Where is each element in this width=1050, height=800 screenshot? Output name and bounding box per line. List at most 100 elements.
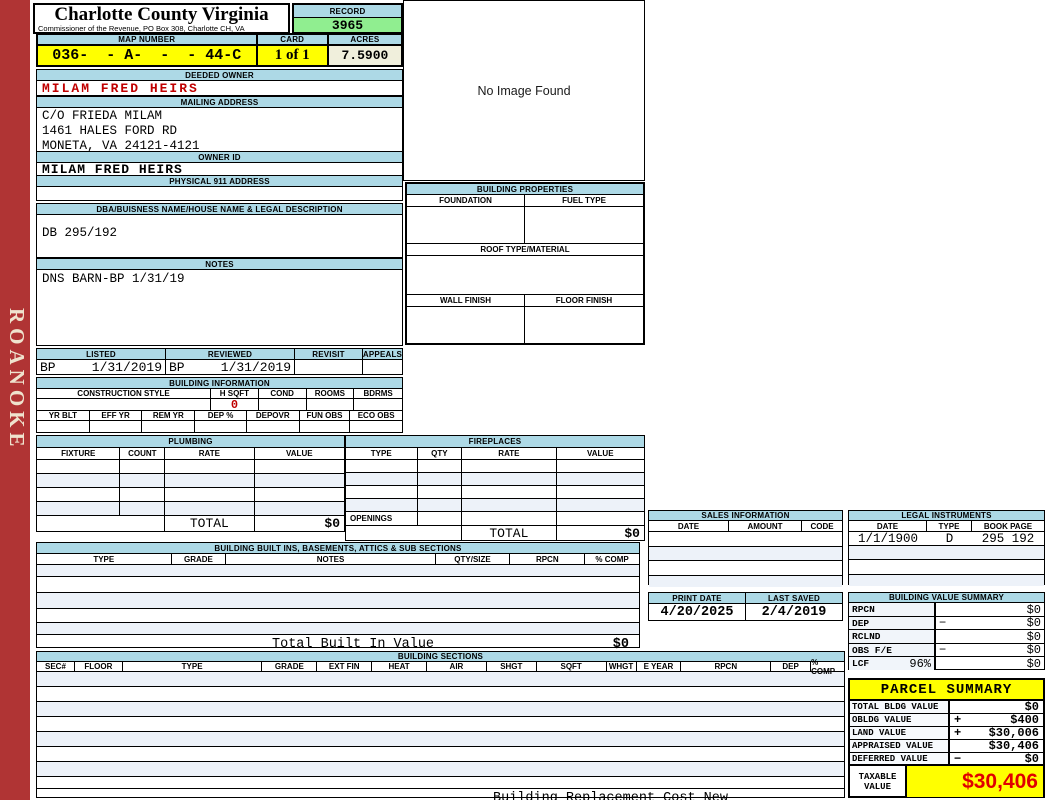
built-ins-row[interactable] <box>37 593 639 609</box>
fireplaces-row[interactable] <box>346 473 644 486</box>
appeals-label: APPEALS <box>362 349 403 359</box>
legal-row[interactable] <box>849 575 1044 586</box>
map-number-value[interactable]: 036- - A- - - 44-C <box>38 46 258 65</box>
mailing-line-2[interactable]: 1461 HALES FORD RD <box>42 124 402 139</box>
card-value[interactable]: 1 of 1 <box>257 46 329 65</box>
built-ins-col-rpcn: RPCN <box>510 554 586 564</box>
bvs-label: LCF <box>852 658 870 669</box>
building-sections-row[interactable] <box>37 717 844 732</box>
legal-row[interactable] <box>849 560 1044 575</box>
ecoobs-value[interactable] <box>350 421 402 432</box>
plumbing-col-count: COUNT <box>120 448 166 459</box>
map-number-label: MAP NUMBER <box>38 35 258 44</box>
yrblt-value[interactable] <box>37 421 90 432</box>
plumbing-total-label: TOTAL <box>165 516 255 531</box>
sections-col-dep: DEP <box>771 662 812 671</box>
built-ins-row[interactable] <box>37 609 639 623</box>
rooms-value[interactable] <box>307 399 355 410</box>
dba-value[interactable]: DB 295/192 <box>37 215 402 240</box>
listed-value[interactable]: BP 1/31/2019 <box>37 359 166 375</box>
sections-col-grade: GRADE <box>262 662 318 671</box>
sales-row[interactable] <box>649 576 842 587</box>
revisit-value[interactable] <box>295 360 363 374</box>
bvs-label: RPCN <box>852 604 875 615</box>
fireplaces-row[interactable] <box>346 486 644 499</box>
no-image-text: No Image Found <box>477 83 571 98</box>
openings-label: OPENINGS <box>346 512 418 525</box>
sales-information-table: SALES INFORMATION DATE AMOUNT CODE <box>648 510 843 587</box>
built-ins-table: BUILDING BUILT INS, BASEMENTS, ATTICS & … <box>36 542 640 652</box>
built-ins-row[interactable] <box>37 623 639 635</box>
legal-row[interactable] <box>849 546 1044 560</box>
appeals-value[interactable] <box>363 360 402 374</box>
fireplaces-col-value: VALUE <box>556 448 644 459</box>
plumbing-col-fixture: FIXTURE <box>37 448 121 459</box>
depovr-value[interactable] <box>247 421 300 432</box>
fireplaces-row[interactable] <box>346 460 644 473</box>
owner-id-block: OWNER ID MILAM FRED HEIRS <box>36 151 403 177</box>
record-value[interactable]: 3965 <box>294 18 401 33</box>
plumbing-row[interactable] <box>37 502 344 516</box>
hsqft-value[interactable]: 0 <box>211 398 259 412</box>
building-sections-row[interactable] <box>37 687 844 702</box>
owner-id-value[interactable]: MILAM FRED HEIRS <box>37 162 402 177</box>
funobs-value[interactable] <box>300 421 351 432</box>
listed-code: BP <box>40 359 56 375</box>
floor-finish-value[interactable] <box>525 307 643 343</box>
acres-value[interactable]: 7.5900 <box>328 46 402 65</box>
dep-value[interactable] <box>195 421 247 432</box>
roof-value[interactable] <box>407 256 643 295</box>
foundation-value[interactable] <box>407 207 525 243</box>
building-sections-row[interactable] <box>37 732 844 747</box>
remyr-value[interactable] <box>142 421 196 432</box>
legal-row[interactable]: 1/1/1900 D 295 192 <box>849 532 1044 546</box>
building-sections-row[interactable] <box>37 702 844 717</box>
sections-col-air: AIR <box>427 662 487 671</box>
sales-col-date: DATE <box>649 521 729 531</box>
plumbing-row[interactable] <box>37 488 344 502</box>
sections-col-type: TYPE <box>122 662 263 671</box>
building-sections-row[interactable] <box>37 672 844 687</box>
parcel-row-taxable: TAXABLE VALUE $30,406 <box>850 766 1043 797</box>
mailing-address-label: MAILING ADDRESS <box>37 97 402 108</box>
plumbing-col-rate: RATE <box>165 448 255 459</box>
parcel-sign: + <box>954 713 962 727</box>
notes-value[interactable]: DNS BARN-BP 1/31/19 <box>37 270 402 286</box>
built-ins-total-label: Total Built In Value <box>272 637 435 652</box>
plumbing-row[interactable] <box>37 460 344 474</box>
building-value-summary-title: BUILDING VALUE SUMMARY <box>849 593 1044 603</box>
fireplaces-row[interactable] <box>346 499 644 512</box>
deeded-owner-value[interactable]: MILAM FRED HEIRS <box>37 81 402 96</box>
physical-address-value[interactable] <box>37 187 402 200</box>
sales-col-code: CODE <box>802 521 842 531</box>
photo-panel: No Image Found <box>403 0 645 181</box>
sales-row[interactable] <box>649 532 842 547</box>
fireplaces-col-type: TYPE <box>346 448 418 459</box>
building-sections-row[interactable] <box>37 762 844 777</box>
mailing-line-1[interactable]: C/O FRIEDA MILAM <box>42 109 402 124</box>
parcel-value: $0 <box>1024 751 1039 766</box>
bdrms-value[interactable] <box>354 399 402 410</box>
fireplaces-total-label: TOTAL <box>462 526 557 541</box>
yrblt-label: YR BLT <box>37 411 90 420</box>
wall-finish-value[interactable] <box>407 307 525 343</box>
built-ins-row[interactable] <box>37 565 639 577</box>
building-properties-title: BUILDING PROPERTIES <box>407 184 643 195</box>
fireplaces-openings-row[interactable]: OPENINGS <box>346 512 644 526</box>
building-sections-row[interactable] <box>37 777 844 789</box>
sales-row[interactable] <box>649 547 842 561</box>
sections-col-whgt: WHGT <box>606 662 637 671</box>
construction-style-value[interactable] <box>37 399 212 410</box>
deeded-owner-label: DEEDED OWNER <box>37 70 402 81</box>
reviewed-value[interactable]: BP 1/31/2019 <box>166 360 295 375</box>
effyr-value[interactable] <box>90 421 143 432</box>
plumbing-row[interactable] <box>37 474 344 488</box>
rooms-label: ROOMS <box>306 389 355 398</box>
fuel-type-value[interactable] <box>525 207 643 243</box>
cond-value[interactable] <box>259 399 307 410</box>
building-sections-row[interactable] <box>37 747 844 762</box>
roof-label: ROOF TYPE/MATERIAL <box>407 244 643 256</box>
sales-row[interactable] <box>649 561 842 576</box>
plumbing-title: PLUMBING <box>37 436 344 448</box>
built-ins-row[interactable] <box>37 577 639 593</box>
